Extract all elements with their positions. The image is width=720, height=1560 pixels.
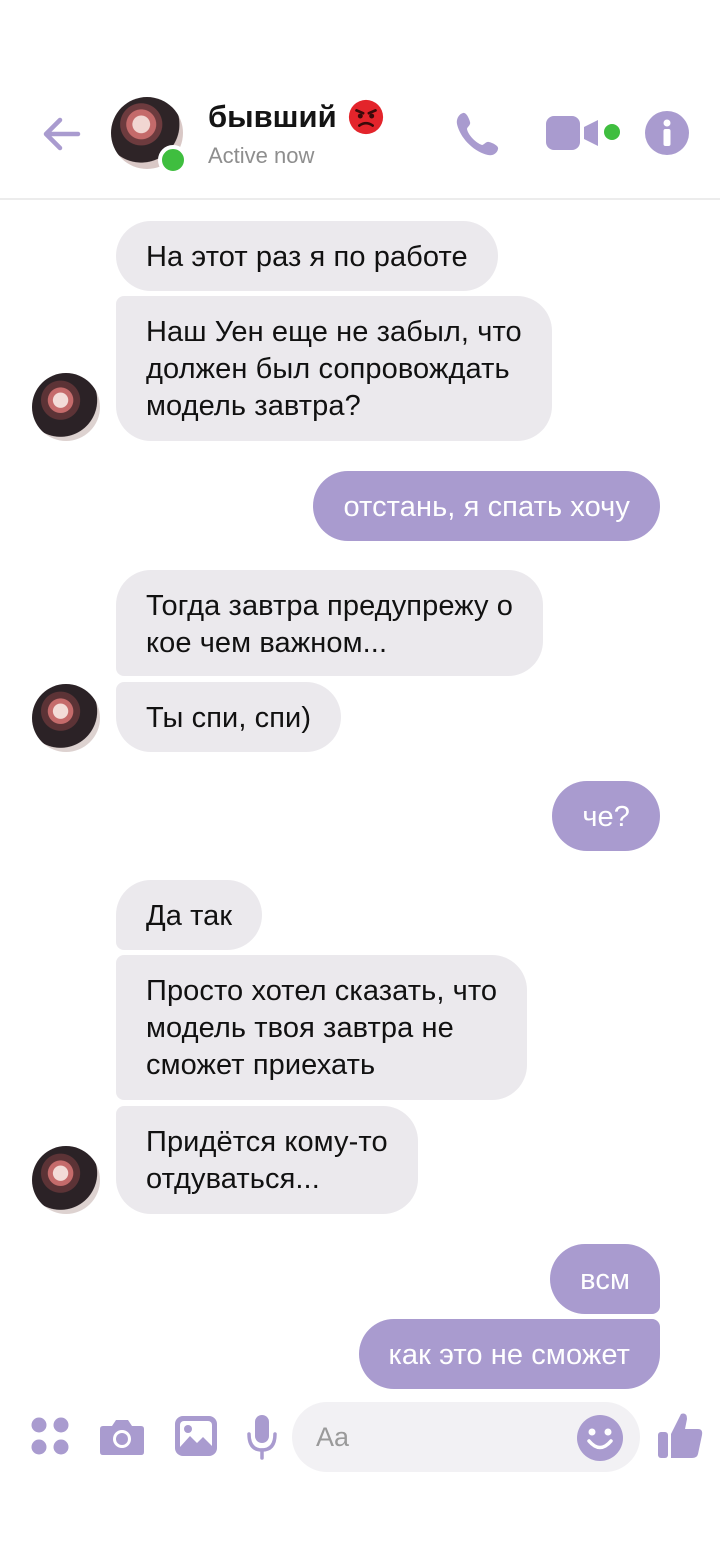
info-icon[interactable] <box>644 110 690 156</box>
conversation-header: бывший Active now <box>0 0 720 200</box>
message-incoming[interactable]: На этот раз я по работе <box>116 221 498 291</box>
microphone-icon[interactable] <box>245 1414 279 1460</box>
apps-icon[interactable] <box>30 1416 70 1456</box>
message-incoming[interactable]: Тогда завтра предупрежу о кое чем важном… <box>116 570 544 676</box>
thumbs-up-icon[interactable] <box>656 1410 704 1460</box>
message-incoming[interactable]: Просто хотел сказать, что модель твоя за… <box>116 955 528 1100</box>
camera-icon[interactable] <box>99 1416 145 1456</box>
online-indicator <box>158 145 188 175</box>
message-input-placeholder: Aa <box>316 1421 350 1452</box>
phone-call-icon[interactable] <box>452 108 504 160</box>
message-incoming[interactable]: Да так <box>116 880 263 950</box>
message-outgoing[interactable]: че? <box>552 781 660 851</box>
active-status: Active now <box>208 143 315 168</box>
message-incoming[interactable]: Ты спи, спи) <box>116 682 342 752</box>
message-incoming[interactable]: Наш Уен еще не забыл, что должен был соп… <box>116 296 552 441</box>
gallery-icon[interactable] <box>174 1415 218 1457</box>
contact-name-row[interactable]: бывший <box>208 98 385 136</box>
sender-avatar[interactable] <box>32 684 100 752</box>
sender-avatar[interactable] <box>32 373 100 441</box>
video-online-indicator <box>604 124 620 140</box>
video-call-icon[interactable] <box>544 112 600 154</box>
message-outgoing[interactable]: как это не сможет <box>358 1319 660 1389</box>
sender-avatar[interactable] <box>32 1146 100 1214</box>
message-outgoing[interactable]: отстань, я спать хочу <box>313 471 660 541</box>
message-outgoing[interactable]: всм <box>550 1244 660 1314</box>
contact-name: бывший <box>208 99 337 134</box>
angry-face-icon <box>348 99 383 135</box>
back-arrow-icon[interactable] <box>38 110 86 158</box>
emoji-icon[interactable] <box>576 1414 624 1462</box>
message-incoming[interactable]: Придётся кому-то отдуваться... <box>116 1106 418 1214</box>
